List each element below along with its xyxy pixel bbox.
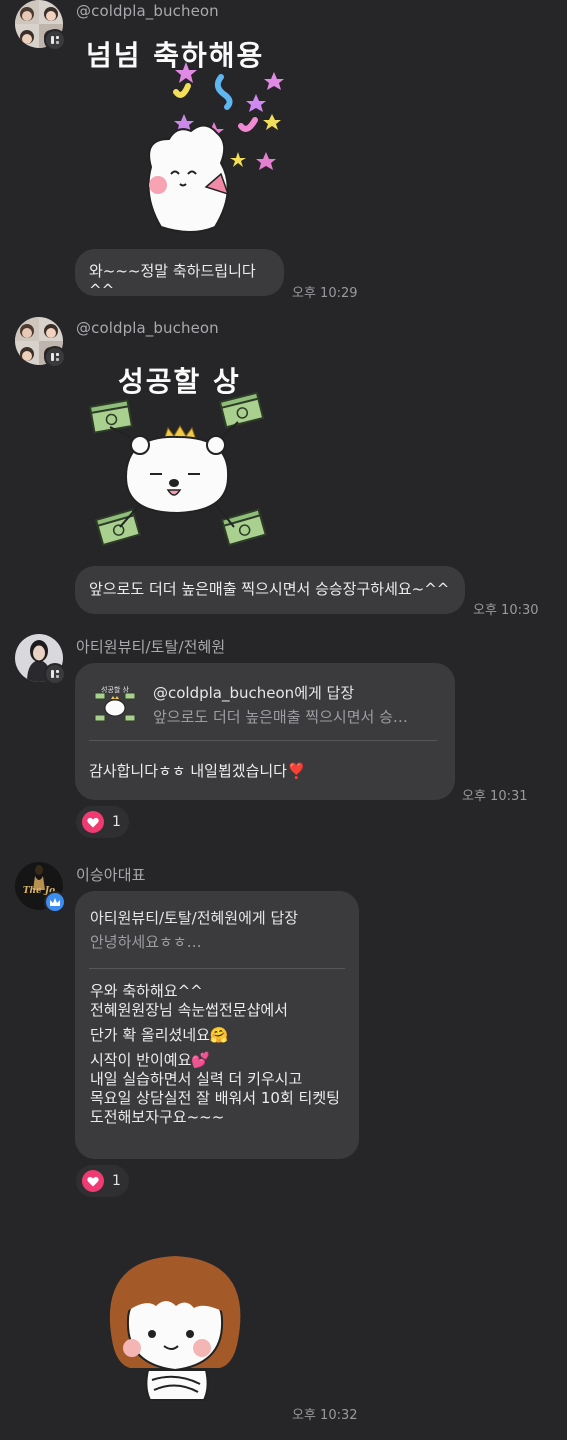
sticker-girl[interactable] (100, 1250, 250, 1405)
reply-target: @coldpla_bucheon에게 답장 (153, 684, 355, 702)
bob-hair-girl-icon (109, 1256, 241, 1401)
message-bubble[interactable]: 와~~~정말 축하드립니다^^ (75, 249, 284, 299)
celebration-bear-icon (147, 62, 284, 233)
crown-badge-icon (44, 891, 66, 913)
sticker-success[interactable]: 성공할 상 (82, 352, 272, 557)
heart-icon (82, 811, 104, 833)
server-badge-icon (44, 346, 66, 368)
reply-preview: 앞으로도 더더 높은매출 찍으시면서 승… (153, 708, 408, 726)
message-line: 목요일 상담실전 잘 배워서 10회 티켓팅 (90, 1089, 340, 1107)
reply-divider (89, 740, 437, 741)
message-timestamp: 오후 10:30 (473, 603, 539, 618)
message-timestamp: 오후 10:32 (292, 1408, 358, 1423)
reply-target: 아티원뷰티/토탈/전혜원에게 답장 (90, 909, 299, 927)
message-line: 도전해보자구요~~~ (90, 1108, 225, 1126)
sender-avatar[interactable]: The Jo (15, 862, 66, 913)
reaction-count: 1 (112, 1173, 121, 1189)
message-line: 내일 실습하면서 실력 더 키우시고 (90, 1070, 303, 1088)
message-line: 단가 확 올리셨네요🤗 (90, 1026, 229, 1044)
sender-avatar[interactable] (15, 0, 66, 51)
message-text: 우와 축하해요^^ 전혜원원장님 속눈썹전문샵에서 단가 확 올리셨네요🤗 시작… (90, 982, 340, 1127)
reaction-count: 1 (112, 814, 121, 830)
reply-message-bubble[interactable]: 성공할 상 @coldpla_bucheon에게 답장 앞으로도 더더 높은매출… (75, 663, 455, 800)
message-text: 감사합니다ㅎㅎ 내일뵙겠습니다❣️ (89, 762, 306, 780)
message-line: 전혜원원장님 속눈썹전문샵에서 (90, 1001, 288, 1019)
message-bubble[interactable]: 앞으로도 더더 높은매출 찍으시면서 승승장구하세요~^^ (75, 566, 465, 614)
sender-name[interactable]: @coldpla_bucheon (76, 2, 219, 20)
heart-icon (82, 1170, 104, 1192)
sender-avatar[interactable] (15, 317, 66, 368)
reaction-chip[interactable]: 1 (76, 1165, 129, 1197)
message-timestamp: 오후 10:31 (462, 789, 528, 804)
server-badge-icon (44, 29, 66, 51)
server-badge-icon (44, 663, 66, 685)
reply-preview: 안녕하세요ㅎㅎ… (90, 933, 202, 951)
money-bear-icon (88, 391, 267, 547)
reply-divider (89, 968, 345, 969)
sender-name[interactable]: 이승아대표 (76, 864, 146, 885)
money-bear-thumb-icon (94, 692, 136, 722)
reply-message-bubble[interactable]: 아티원뷰티/토탈/전혜원에게 답장 안녕하세요ㅎㅎ… 우와 축하해요^^ 전혜원… (75, 891, 359, 1159)
message-timestamp: 오후 10:29 (292, 286, 358, 301)
sender-name[interactable]: 아티원뷰티/토탈/전혜원 (76, 636, 225, 657)
sticker-congrats[interactable]: 넘넘 축하해용 (76, 22, 296, 242)
reply-thumbnail: 성공할 상 (93, 681, 137, 725)
sender-name[interactable]: @coldpla_bucheon (76, 319, 219, 337)
sender-avatar[interactable] (15, 634, 66, 685)
message-line: 우와 축하해요^^ (90, 982, 203, 1000)
message-line: 시작이 반이예요💕 (90, 1051, 211, 1069)
reaction-chip[interactable]: 1 (76, 806, 129, 838)
